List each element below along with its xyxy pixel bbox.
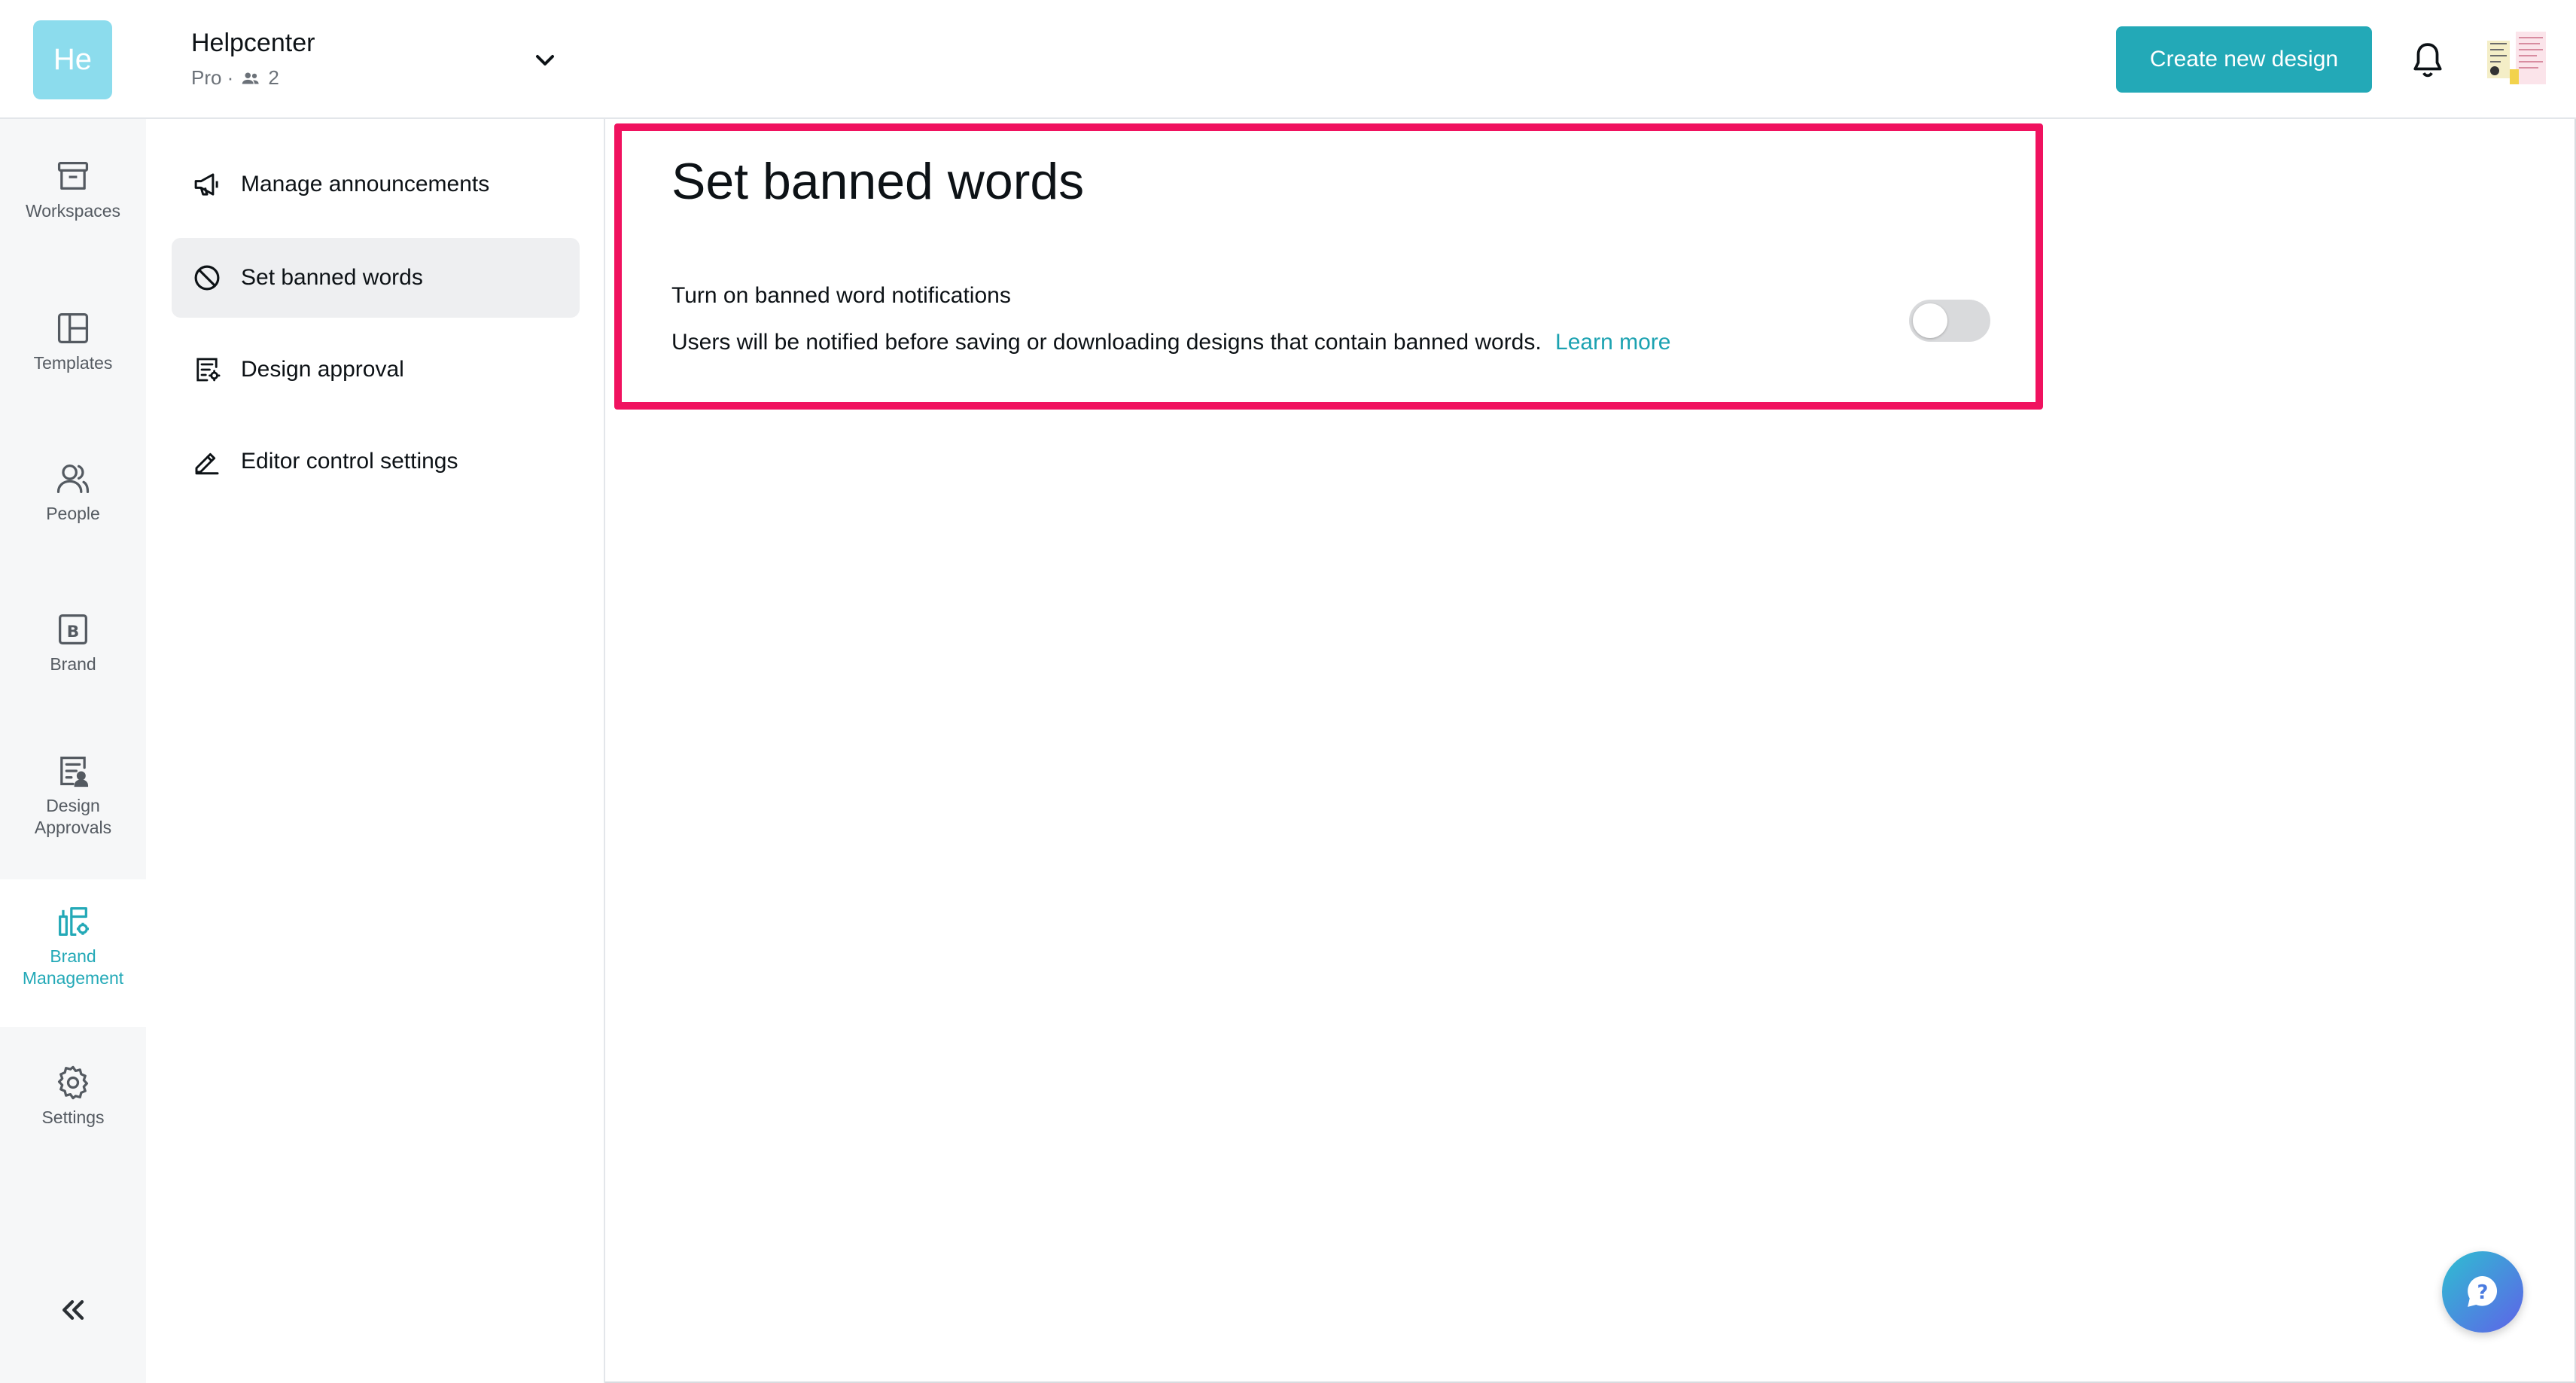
team-plan: Pro · bbox=[191, 66, 234, 89]
setting-title: Turn on banned word notifications bbox=[671, 283, 1011, 308]
team-avatar[interactable]: He bbox=[33, 20, 112, 99]
user-avatar[interactable] bbox=[2483, 27, 2552, 92]
megaphone-icon bbox=[194, 173, 218, 196]
subnav-item-manage-announcements[interactable]: Manage announcements bbox=[172, 145, 580, 224]
setting-description-text: Users will be notified before saving or … bbox=[671, 330, 1542, 355]
learn-more-link[interactable]: Learn more bbox=[1555, 330, 1670, 355]
rail-item-settings[interactable]: Settings bbox=[0, 1063, 146, 1129]
chevron-down-icon[interactable] bbox=[530, 45, 560, 75]
collapse-sidebar-icon[interactable] bbox=[53, 1290, 92, 1330]
rail-item-design-approvals[interactable]: Design Approvals bbox=[0, 751, 146, 839]
team-meta: Pro · 2 bbox=[191, 66, 279, 90]
design-approval-icon bbox=[60, 757, 89, 787]
layout-grid-icon bbox=[57, 312, 89, 344]
brand-b-icon: B bbox=[59, 614, 87, 645]
svg-text:B: B bbox=[67, 623, 80, 641]
pencil-icon bbox=[195, 452, 219, 475]
banned-words-notification-toggle[interactable] bbox=[1909, 300, 1990, 342]
team-name[interactable]: Helpcenter bbox=[191, 29, 315, 58]
team-member-count: 2 bbox=[268, 66, 279, 89]
rail-item-workspaces[interactable]: Workspaces bbox=[0, 157, 146, 222]
archive-box-icon bbox=[57, 162, 89, 190]
page-title: Set banned words bbox=[671, 153, 1085, 210]
rail-item-brand[interactable]: B Brand bbox=[0, 610, 146, 675]
people-icon bbox=[242, 72, 259, 84]
brand-management-icon bbox=[59, 907, 90, 936]
subnav-item-editor-control-settings[interactable]: Editor control settings bbox=[172, 422, 580, 501]
left-rail: Workspaces Templates People B Brand Desi… bbox=[0, 119, 146, 1383]
gear-icon bbox=[57, 1065, 89, 1100]
rail-item-templates[interactable]: Templates bbox=[0, 309, 146, 374]
design-approval-icon bbox=[196, 358, 221, 382]
settings-subnav: Manage announcements Set banned words De… bbox=[146, 119, 605, 1383]
rail-item-people[interactable]: People bbox=[0, 459, 146, 525]
svg-text:?: ? bbox=[2477, 1281, 2489, 1304]
help-chat-icon: ? bbox=[2468, 1276, 2498, 1307]
rail-item-brand-management[interactable]: Brand Management bbox=[0, 879, 146, 1027]
create-new-design-button[interactable]: Create new design bbox=[2116, 26, 2372, 93]
subnav-item-design-approval[interactable]: Design approval bbox=[172, 330, 580, 410]
banned-icon bbox=[194, 265, 220, 291]
setting-description: Users will be notified before saving or … bbox=[671, 330, 1670, 355]
help-button[interactable]: ? bbox=[2442, 1251, 2523, 1333]
bell-icon[interactable] bbox=[2409, 39, 2447, 81]
people-icon bbox=[56, 465, 90, 493]
subnav-item-set-banned-words[interactable]: Set banned words bbox=[172, 238, 580, 318]
toggle-knob bbox=[1913, 303, 1947, 338]
top-bar: He Helpcenter Pro · 2 Create new design bbox=[0, 0, 2576, 119]
